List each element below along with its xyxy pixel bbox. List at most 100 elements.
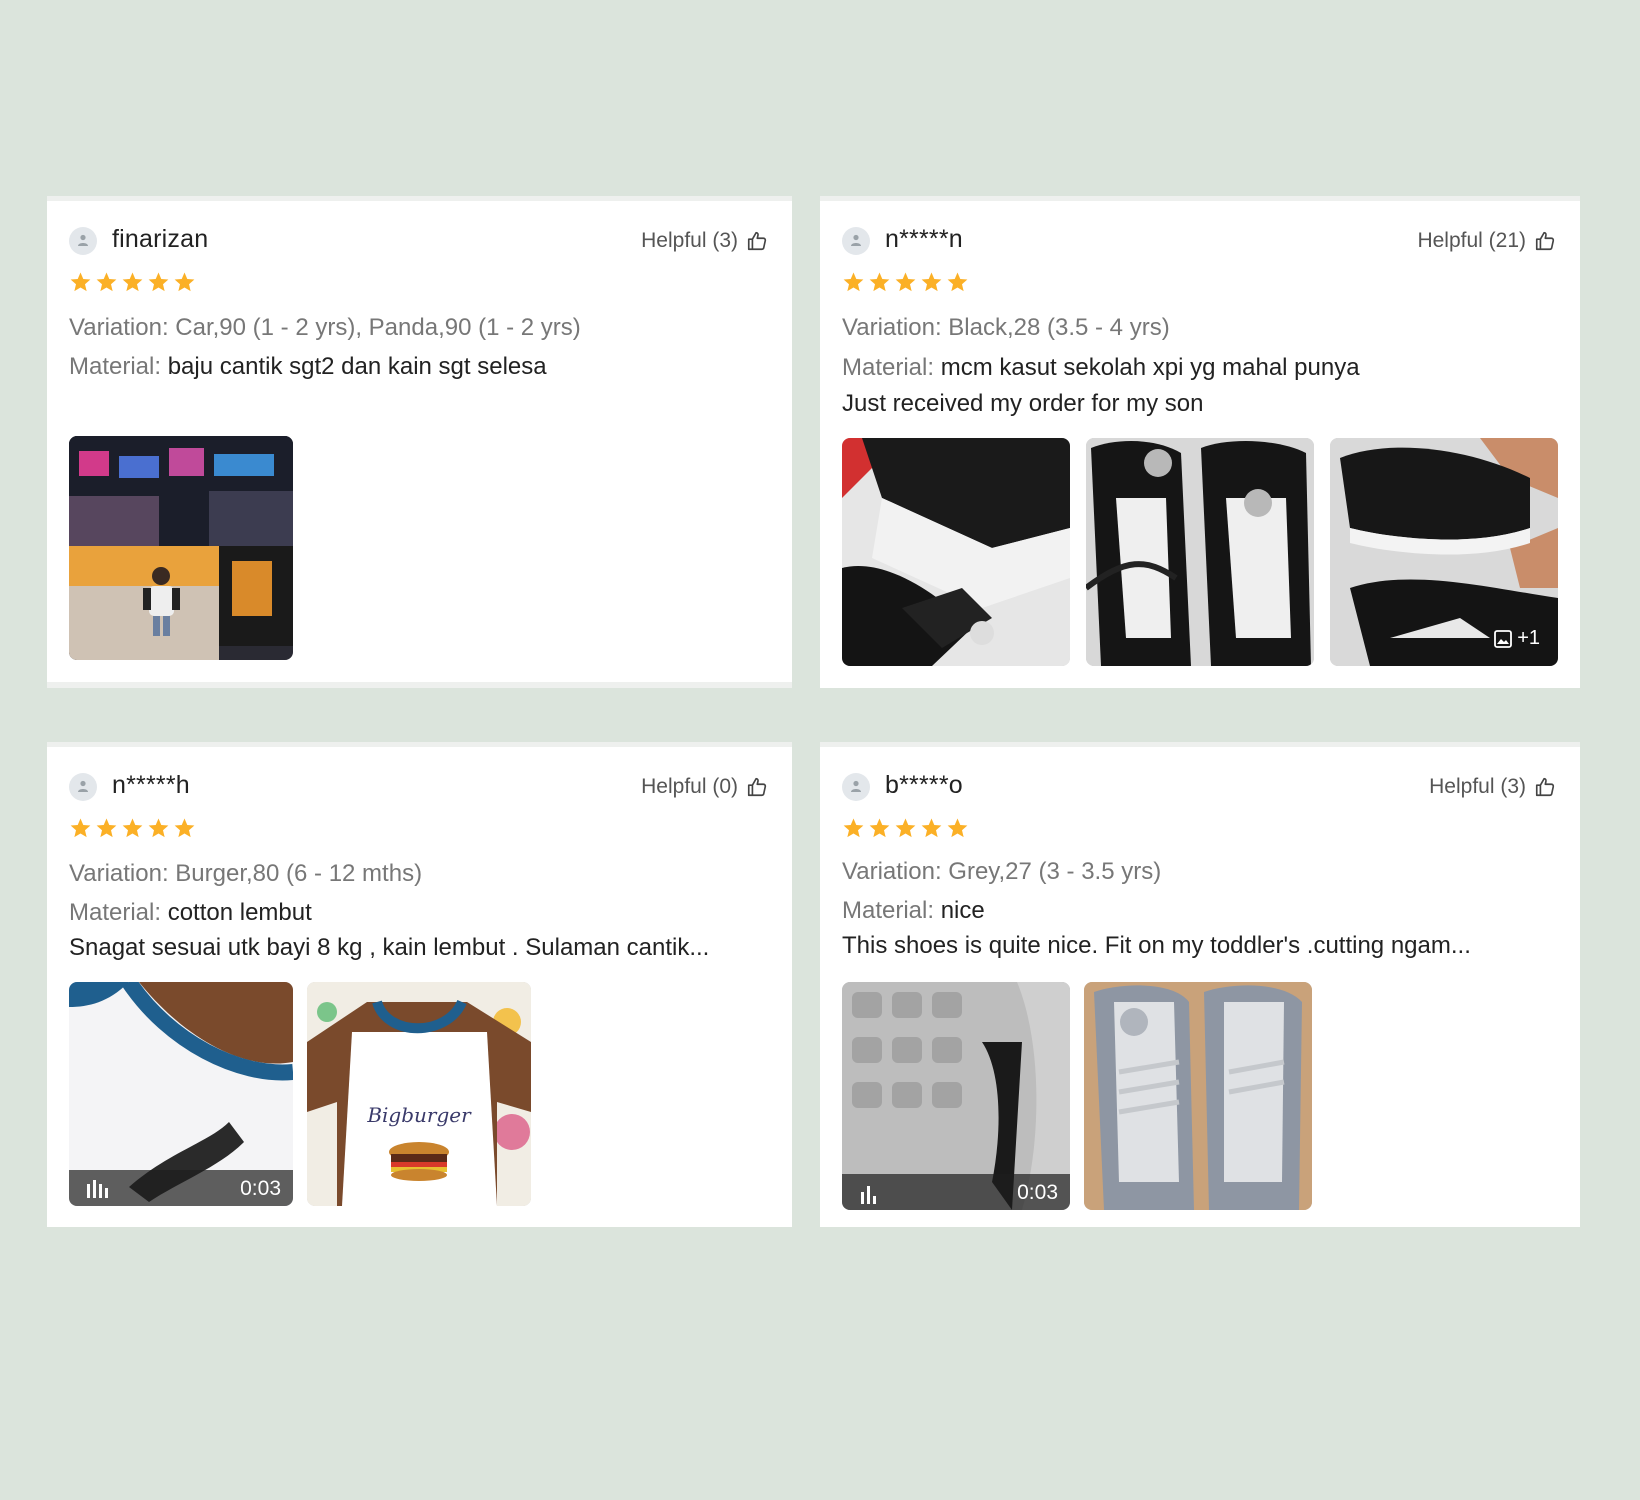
material-value: baju cantik sgt2 dan kain sgt selesa — [167, 353, 547, 380]
star-rating — [842, 271, 969, 295]
cinema-lobby-photo — [69, 436, 293, 660]
star-icon — [173, 817, 196, 841]
material-line: Material: baju cantik sgt2 dan kain sgt … — [69, 353, 768, 381]
material-label: Material: — [69, 899, 162, 926]
star-icon — [894, 271, 917, 295]
helpful-count: Helpful (3) — [641, 229, 738, 252]
video-overlay: 0:03 — [842, 1174, 1070, 1210]
user-icon — [78, 234, 88, 246]
star-icon — [121, 817, 144, 841]
variation-label: Variation: — [69, 860, 169, 887]
review-photo[interactable] — [1084, 982, 1312, 1210]
user-icon — [78, 780, 88, 792]
user-icon — [851, 780, 861, 792]
username: finarizan — [112, 225, 209, 253]
video-overlay: 0:03 — [69, 1170, 293, 1206]
media-gallery — [69, 436, 293, 660]
grey-shoes-pair-photo — [1084, 982, 1312, 1210]
variation-value: Car,90 (1 - 2 yrs), Panda,90 (1 - 2 yrs) — [175, 314, 581, 341]
variation-value: Grey,27 (3 - 3.5 yrs) — [948, 858, 1162, 885]
variation-line: Variation: Grey,27 (3 - 3.5 yrs) — [842, 858, 1556, 886]
star-icon — [842, 271, 865, 295]
material-line: Material: mcm kasut sekolah xpi yg mahal… — [842, 354, 1556, 382]
star-icon — [842, 817, 865, 841]
review-card: n*****h Helpful (0) Variation: Burger,80… — [47, 742, 792, 1227]
star-rating — [69, 817, 196, 841]
star-icon — [920, 817, 943, 841]
star-icon — [147, 817, 170, 841]
media-gallery: 0:03 — [842, 982, 1312, 1210]
review-header: n*****n Helpful (21) — [842, 223, 1556, 259]
variation-value: Burger,80 (6 - 12 mths) — [175, 860, 423, 887]
star-rating — [842, 817, 969, 841]
review-comment: Snagat sesuai utk bayi 8 kg , kain lembu… — [69, 934, 710, 961]
black-shoes-pair-photo — [1086, 438, 1314, 666]
star-icon — [868, 817, 891, 841]
helpful-button[interactable]: Helpful (3) — [1429, 775, 1556, 799]
review-video[interactable]: 0:03 — [69, 982, 293, 1206]
variation-line: Variation: Car,90 (1 - 2 yrs), Panda,90 … — [69, 314, 768, 342]
thumbs-up-icon — [747, 777, 767, 797]
material-value: cotton lembut — [167, 899, 312, 926]
variation-label: Variation: — [842, 858, 942, 885]
material-label: Material: — [842, 897, 935, 924]
review-video[interactable]: 0:03 — [842, 982, 1070, 1210]
star-icon — [920, 271, 943, 295]
review-header: n*****h Helpful (0) — [69, 769, 768, 805]
review-header: b*****o Helpful (3) — [842, 769, 1556, 805]
thumbs-up-icon — [1535, 231, 1555, 251]
variation-label: Variation: — [842, 314, 942, 341]
review-photo[interactable]: +1 — [1330, 438, 1558, 666]
star-icon — [95, 271, 118, 295]
username: b*****o — [885, 771, 963, 799]
material-line: Material: cotton lembut — [69, 899, 768, 927]
helpful-count: Helpful (3) — [1429, 775, 1526, 798]
star-icon — [121, 271, 144, 295]
star-icon — [946, 817, 969, 841]
helpful-button[interactable]: Helpful (3) — [641, 229, 768, 253]
avatar[interactable] — [842, 227, 870, 255]
username: n*****h — [112, 771, 190, 799]
user-icon — [851, 234, 861, 246]
helpful-button[interactable]: Helpful (0) — [641, 775, 768, 799]
review-photo[interactable] — [1086, 438, 1314, 666]
material-value: nice — [940, 897, 985, 924]
more-count: +1 — [1517, 627, 1540, 649]
star-icon — [69, 817, 92, 841]
material-label: Material: — [69, 353, 162, 380]
review-photo[interactable] — [842, 438, 1070, 666]
star-icon — [147, 271, 170, 295]
review-card: n*****n Helpful (21) Variation: Black,28… — [820, 196, 1580, 688]
star-rating — [69, 271, 196, 295]
thumbs-up-icon — [747, 231, 767, 251]
avatar[interactable] — [842, 773, 870, 801]
shirt-print-text: Bigburger — [366, 1103, 472, 1127]
video-duration: 0:03 — [240, 1177, 281, 1200]
review-photo[interactable]: Bigburger — [307, 982, 531, 1206]
star-icon — [95, 817, 118, 841]
helpful-button[interactable]: Helpful (21) — [1417, 229, 1556, 253]
variation-line: Variation: Black,28 (3.5 - 4 yrs) — [842, 314, 1556, 342]
more-photos-badge[interactable]: +1 — [1493, 627, 1540, 650]
video-icon — [87, 1180, 108, 1198]
material-label: Material: — [842, 354, 935, 381]
material-line: Material: nice — [842, 897, 1556, 925]
review-comment: This shoes is quite nice. Fit on my todd… — [842, 932, 1471, 959]
review-photo[interactable] — [69, 436, 293, 660]
username: n*****n — [885, 225, 963, 253]
thumbs-up-icon — [1535, 777, 1555, 797]
review-comment: Just received my order for my son — [842, 390, 1204, 417]
material-value: mcm kasut sekolah xpi yg mahal punya — [940, 354, 1360, 381]
star-icon — [946, 271, 969, 295]
star-icon — [894, 817, 917, 841]
image-icon — [1494, 629, 1513, 648]
star-icon — [868, 271, 891, 295]
helpful-count: Helpful (0) — [641, 775, 738, 798]
avatar[interactable] — [69, 773, 97, 801]
avatar[interactable] — [69, 227, 97, 255]
star-icon — [69, 271, 92, 295]
variation-label: Variation: — [69, 314, 169, 341]
black-shoe-closeup-photo — [842, 438, 1070, 666]
variation-value: Black,28 (3.5 - 4 yrs) — [948, 314, 1170, 341]
review-card: finarizan Helpful (3) Variation: Car,90 … — [47, 196, 792, 688]
